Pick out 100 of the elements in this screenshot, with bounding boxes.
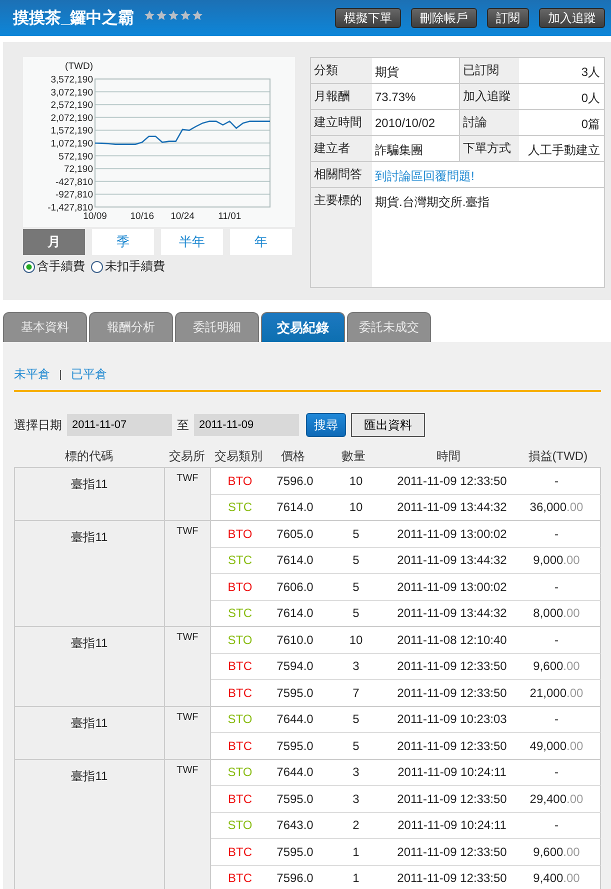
trade-type-cell-text: STC	[227, 500, 253, 514]
info-label: 已訂閱	[459, 58, 519, 83]
position-link[interactable]: 未平倉	[14, 366, 50, 383]
info-label: 下單方式	[459, 136, 519, 161]
trade-type-cell-text: BTO	[226, 474, 254, 488]
column-header: 交易類別	[214, 448, 264, 464]
star-icon	[192, 10, 203, 20]
profit-cell-text: -	[554, 765, 560, 780]
trade-type-cell-text: STO	[226, 632, 254, 647]
trade-type-cell-text: STC	[227, 606, 253, 620]
section-tab[interactable]: 委託未成交	[347, 312, 431, 342]
range-label: 至	[177, 416, 189, 434]
header-button[interactable]: 刪除帳戶	[411, 8, 477, 28]
trade-type-cell-text: BTC	[227, 686, 253, 700]
quantity-cell-text: 5	[352, 580, 360, 594]
discussion-link[interactable]: 到討論區回覆問題!	[375, 169, 474, 183]
price-cell-text: 7614.0	[276, 553, 314, 568]
header-button[interactable]: 模擬下單	[335, 8, 401, 28]
trade-type-cell-text: STO	[226, 765, 254, 780]
end-date-field[interactable]: 2011-11-09	[194, 414, 299, 436]
price-cell-text: 7614.0	[276, 500, 314, 514]
y-tick-label: -427,810	[55, 176, 93, 188]
price-cell-text: 7605.0	[276, 526, 314, 541]
quantity-cell-text: 5	[352, 712, 360, 726]
y-tick-label: 1,072,190	[50, 138, 93, 150]
trade-type-cell-text: BTC	[227, 659, 253, 674]
quantity-cell-text: 5	[352, 738, 360, 753]
quantity-cell-text: 3	[352, 765, 360, 780]
info-value: 73.73%	[374, 89, 417, 106]
y-tick-label: 572,190	[58, 151, 93, 162]
time-cell-text: 2011-11-09 13:44:32	[396, 500, 508, 514]
period-tab[interactable]: 年	[230, 229, 292, 255]
profit-cell-text: 49,000.00	[528, 738, 584, 753]
column-header: 數量	[340, 448, 366, 464]
search-button[interactable]: 搜尋	[306, 413, 346, 437]
profit-cell-text: -	[554, 580, 560, 594]
time-cell-text: 2011-11-08 12:10:40	[396, 632, 508, 647]
trade-type-cell-text: BTC	[227, 792, 253, 806]
period-tab[interactable]: 半年	[161, 229, 223, 255]
section-tab[interactable]: 委託明細	[175, 312, 259, 342]
profit-cell-text: -	[554, 818, 560, 832]
quantity-cell-text: 10	[348, 474, 364, 488]
time-cell-text: 2011-11-09 12:33:50	[396, 474, 508, 488]
time-cell-text: 2011-11-09 13:44:32	[396, 606, 508, 620]
star-icon	[168, 10, 179, 20]
x-tick-label: 10/16	[130, 211, 154, 222]
period-tab[interactable]: 月	[23, 229, 85, 255]
fee-radio[interactable]: 未扣手續費	[91, 258, 165, 275]
price-cell-text: 7595.0	[276, 792, 314, 806]
info-value: 期貨	[374, 64, 400, 81]
position-link[interactable]: 已平倉	[71, 366, 107, 383]
profit-cell-text: 9,400.00	[532, 871, 581, 886]
price-cell-text: 7596.0	[276, 871, 314, 886]
export-button[interactable]: 匯出資料	[351, 413, 425, 437]
profit-cell-text: 29,400.00	[528, 792, 584, 806]
price-cell-text: 7596.0	[276, 474, 314, 488]
symbol-cell: 臺指11	[15, 760, 165, 889]
start-date-field[interactable]: 2011-11-07	[67, 414, 172, 436]
fee-radio[interactable]: 含手續費	[23, 258, 85, 275]
time-cell-text: 2011-11-09 10:24:11	[396, 765, 508, 780]
time-cell-text: 2011-11-09 12:33:50	[396, 686, 508, 700]
quantity-cell-text: 5	[352, 553, 360, 568]
quantity-cell-text: 10	[348, 632, 364, 647]
info-label: 建立時間	[311, 110, 372, 135]
profit-cell-text: -	[554, 474, 560, 488]
price-cell-text: 7595.0	[276, 686, 314, 700]
time-cell-text: 2011-11-09 13:00:02	[396, 526, 508, 541]
trade-type-cell-text: BTO	[226, 526, 254, 541]
profit-cell-text: 9,000.00	[532, 553, 581, 568]
section-tab[interactable]: 交易紀錄	[261, 312, 345, 342]
x-tick-label: 11/01	[218, 211, 242, 222]
time-cell-text: 2011-11-09 10:23:03	[396, 712, 508, 726]
info-label: 相關問答	[311, 162, 372, 187]
profit-cell-text: 8,000.00	[532, 606, 581, 620]
symbol-cell: 臺指11	[15, 468, 165, 520]
trade-type-cell-text: BTC	[227, 871, 253, 886]
star-icon	[180, 10, 191, 20]
quantity-cell-text: 1	[352, 844, 360, 859]
star-icon	[156, 10, 167, 20]
period-tab[interactable]: 季	[92, 229, 154, 255]
profit-cell-text: 9,600.00	[532, 844, 581, 859]
price-cell-text: 7644.0	[276, 765, 314, 780]
info-label: 加入追蹤	[459, 84, 519, 109]
time-cell-text: 2011-11-09 12:33:50	[396, 792, 508, 806]
quantity-cell-text: 10	[348, 500, 364, 514]
y-tick-label: 1,572,190	[50, 126, 93, 137]
section-tab[interactable]: 報酬分析	[89, 312, 173, 342]
profit-cell-text: -	[554, 632, 560, 647]
time-cell-text: 2011-11-09 12:33:50	[396, 738, 508, 753]
header-button[interactable]: 加入追蹤	[539, 8, 605, 28]
price-cell-text: 7643.0	[276, 818, 314, 832]
column-header: 交易所	[168, 448, 206, 464]
header-button[interactable]: 訂閱	[487, 8, 529, 28]
trade-type-cell-text: BTC	[227, 738, 253, 753]
time-cell-text: 2011-11-09 13:00:02	[396, 580, 508, 594]
y-tick-label: 2,572,190	[50, 100, 93, 112]
trade-type-cell-text: STO	[226, 818, 254, 832]
y-tick-label: 3,072,190	[50, 87, 93, 98]
section-tab[interactable]: 基本資料	[3, 312, 87, 342]
column-header: 標的代碼	[64, 448, 114, 464]
